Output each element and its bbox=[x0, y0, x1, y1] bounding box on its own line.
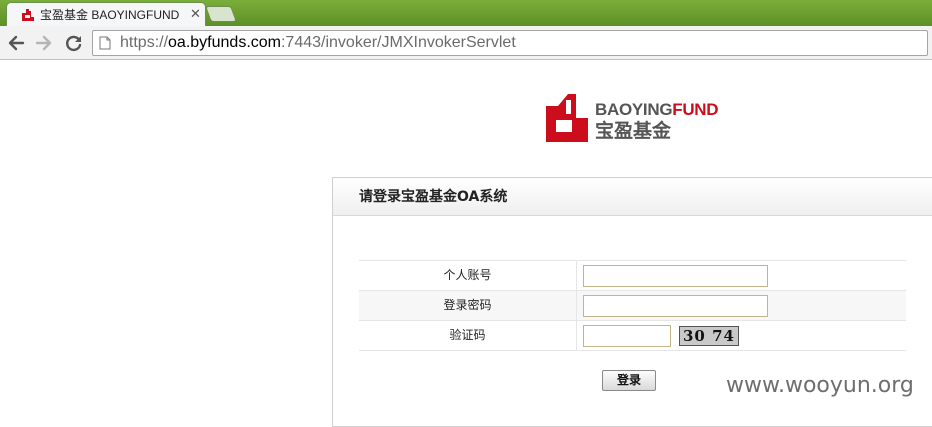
url-text: https://oa.byfunds.com:7443/invoker/JMXI… bbox=[120, 33, 516, 53]
logo-english-prefix: BAOYING bbox=[595, 100, 673, 119]
tab-strip: 宝盈基金 BAOYINGFUND ✕ bbox=[0, 0, 932, 28]
forward-arrow-icon[interactable] bbox=[34, 33, 54, 53]
captcha-label: 验证码 bbox=[359, 321, 577, 350]
url-scheme: https:// bbox=[120, 34, 169, 51]
password-row: 登录密码 bbox=[359, 290, 906, 320]
tab-title: 宝盈基金 BAOYINGFUND bbox=[40, 8, 180, 22]
url-host: oa.byfunds.com bbox=[168, 34, 281, 51]
login-button[interactable]: 登录 bbox=[602, 370, 656, 391]
close-icon[interactable]: ✕ bbox=[190, 7, 201, 23]
panel-header: 请登录宝盈基金OA系统 bbox=[333, 178, 932, 216]
account-input[interactable] bbox=[583, 265, 768, 287]
password-label: 登录密码 bbox=[359, 291, 577, 320]
baoying-favicon bbox=[22, 9, 34, 21]
captcha-image[interactable]: 30 74 bbox=[679, 326, 739, 346]
page-icon bbox=[99, 36, 111, 50]
panel-title: 请登录宝盈基金OA系统 bbox=[359, 189, 508, 205]
account-label: 个人账号 bbox=[359, 261, 577, 290]
account-row: 个人账号 bbox=[359, 260, 906, 290]
captcha-row: 验证码 30 74 bbox=[359, 320, 906, 351]
logo-english-name: BAOYINGFUND bbox=[595, 100, 719, 120]
new-tab-button[interactable] bbox=[205, 6, 237, 22]
company-logo: BAOYINGFUND 宝盈基金 bbox=[546, 92, 726, 144]
logo-english-suffix: FUND bbox=[672, 100, 719, 119]
logo-chinese-name: 宝盈基金 bbox=[595, 120, 672, 142]
captcha-input[interactable] bbox=[583, 325, 671, 347]
logo-mark-icon bbox=[546, 94, 588, 142]
address-bar[interactable]: https://oa.byfunds.com:7443/invoker/JMXI… bbox=[92, 30, 928, 56]
browser-tab[interactable]: 宝盈基金 BAOYINGFUND ✕ bbox=[6, 2, 206, 28]
watermark: www.wooyun.org bbox=[726, 373, 914, 398]
browser-toolbar: https://oa.byfunds.com:7443/invoker/JMXI… bbox=[0, 26, 932, 60]
url-path: :7443/invoker/JMXInvokerServlet bbox=[280, 34, 516, 51]
reload-icon[interactable] bbox=[64, 33, 84, 53]
password-input[interactable] bbox=[583, 295, 768, 317]
back-arrow-icon[interactable] bbox=[6, 33, 26, 53]
